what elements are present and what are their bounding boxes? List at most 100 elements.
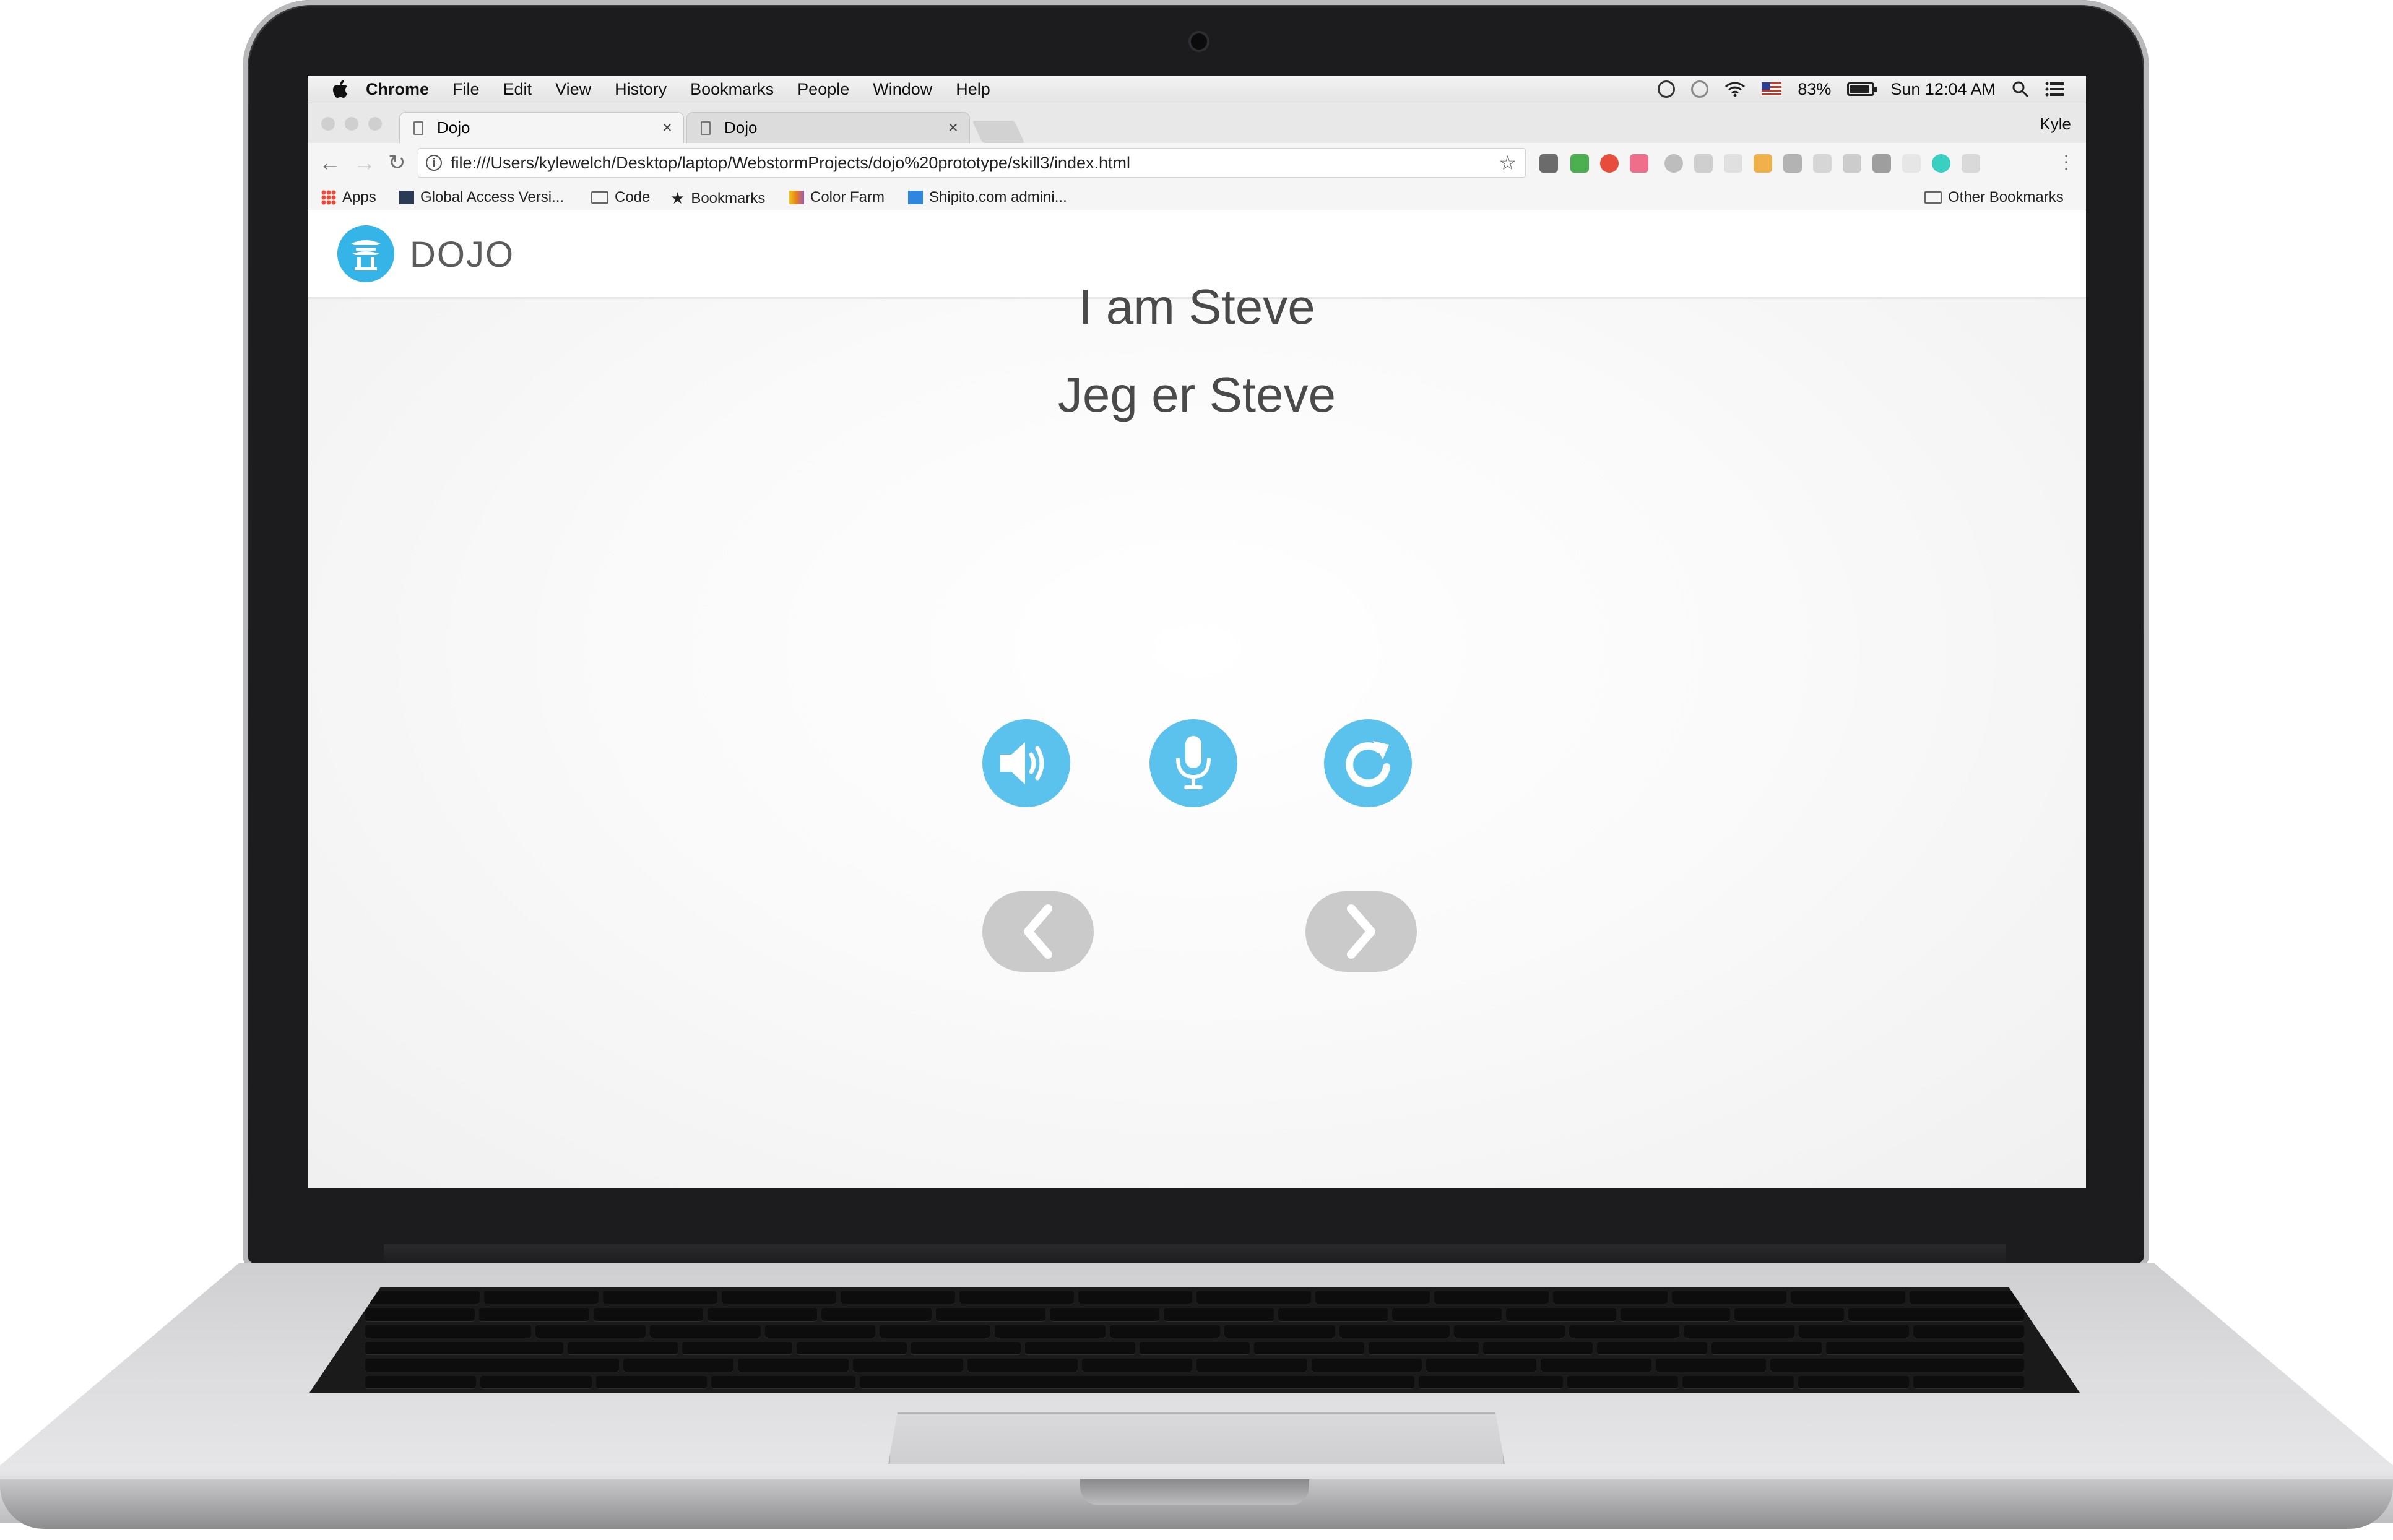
menu-edit[interactable]: Edit xyxy=(503,80,532,99)
chevron-right-icon xyxy=(1347,904,1375,959)
bookmark-color-farm[interactable]: Color Farm xyxy=(789,189,885,206)
tab-close-icon[interactable]: × xyxy=(662,118,672,137)
bookmark-label: Shipito.com admini... xyxy=(929,189,1067,205)
play-audio-button[interactable] xyxy=(982,719,1070,807)
retry-button[interactable] xyxy=(1324,719,1412,807)
bookmark-label: Apps xyxy=(342,189,376,205)
menu-bookmarks[interactable]: Bookmarks xyxy=(690,80,774,99)
extension-icon[interactable] xyxy=(1570,154,1589,173)
window-zoom-button[interactable] xyxy=(368,117,382,131)
extension-icon[interactable] xyxy=(1962,154,1980,173)
menu-history[interactable]: History xyxy=(615,80,667,99)
trackpad xyxy=(888,1412,1505,1464)
star-icon: ★ xyxy=(670,189,685,207)
bookmark-label: Code xyxy=(615,189,651,205)
chrome-menu-icon[interactable]: ⋮ xyxy=(2057,150,2075,175)
extension-icon[interactable] xyxy=(1813,154,1832,173)
laptop-screen: Chrome File Edit View History Bookmarks … xyxy=(308,76,2086,1188)
extension-icon[interactable] xyxy=(1932,154,1950,173)
page-icon xyxy=(701,121,711,135)
extension-icon[interactable] xyxy=(1754,154,1772,173)
reload-icon[interactable]: ↻ xyxy=(388,150,406,175)
bookmark-shipito[interactable]: Shipito.com admini... xyxy=(908,189,1067,206)
wifi-icon[interactable] xyxy=(1724,81,1746,97)
page-icon xyxy=(413,121,423,135)
tab-title: Dojo xyxy=(437,118,470,137)
spotlight-search-icon[interactable] xyxy=(2012,80,2029,98)
chevron-left-icon xyxy=(1024,904,1052,959)
menu-bar-status-area: 83% Sun 12:04 AM xyxy=(1658,76,2064,103)
back-arrow-icon[interactable]: ← xyxy=(319,150,341,175)
site-favicon-icon xyxy=(399,191,414,204)
menu-bar-clock[interactable]: Sun 12:04 AM xyxy=(1890,80,1996,99)
phrase-norwegian: Jeg er Steve xyxy=(1057,367,1336,422)
extension-icon[interactable] xyxy=(1724,154,1742,173)
bookmark-global-access[interactable]: Global Access Versi... xyxy=(399,189,564,206)
menu-view[interactable]: View xyxy=(555,80,591,99)
tab-close-icon[interactable]: × xyxy=(948,118,958,137)
record-microphone-button[interactable] xyxy=(1149,719,1237,807)
dojo-logo-icon[interactable] xyxy=(337,225,394,282)
profile-name-button[interactable]: Kyle xyxy=(2040,115,2071,134)
battery-icon[interactable] xyxy=(1847,82,1877,96)
bookmark-label: Global Access Versi... xyxy=(420,189,565,205)
extension-icon[interactable] xyxy=(1843,154,1861,173)
bookmark-folder-code[interactable]: Code xyxy=(591,189,650,206)
apps-grid-icon xyxy=(321,190,336,205)
phrase-english: I am Steve xyxy=(1078,279,1315,334)
apple-logo-icon[interactable] xyxy=(332,80,348,98)
color-farm-icon xyxy=(789,191,804,204)
address-bar[interactable]: i file:///Users/kylewelch/Desktop/laptop… xyxy=(418,148,1526,178)
microphone-icon xyxy=(1176,736,1211,789)
do-not-disturb-icon[interactable] xyxy=(1658,80,1676,98)
folder-icon xyxy=(591,191,608,204)
new-tab-button[interactable] xyxy=(972,121,1025,143)
bookmark-bookmarks[interactable]: ★ Bookmarks xyxy=(670,189,765,208)
extension-icon[interactable] xyxy=(1872,154,1891,173)
extension-icon[interactable] xyxy=(1539,154,1558,173)
folder-icon xyxy=(1924,191,1942,204)
notification-center-icon[interactable] xyxy=(2045,81,2064,97)
macos-menu-bar: Chrome File Edit View History Bookmarks … xyxy=(308,76,2086,103)
extension-icon[interactable] xyxy=(1600,154,1619,173)
menu-people[interactable]: People xyxy=(797,80,849,99)
menu-window[interactable]: Window xyxy=(873,80,932,99)
bookmark-label: Other Bookmarks xyxy=(1948,189,2064,205)
previous-button[interactable] xyxy=(982,891,1094,972)
laptop-lid-notch xyxy=(1080,1479,1309,1505)
forward-arrow-icon[interactable]: → xyxy=(353,150,376,175)
bookmark-star-icon[interactable]: ☆ xyxy=(1499,151,1517,175)
bookmark-apps[interactable]: Apps xyxy=(321,189,376,206)
next-button[interactable] xyxy=(1305,891,1417,972)
speaker-icon xyxy=(1000,742,1044,784)
menu-app-name[interactable]: Chrome xyxy=(366,80,429,99)
brand-name[interactable]: DOJO xyxy=(410,234,514,275)
window-minimize-button[interactable] xyxy=(345,117,358,131)
extension-icon[interactable] xyxy=(1902,154,1921,173)
us-flag-input-icon[interactable] xyxy=(1762,82,1782,96)
extension-icon[interactable] xyxy=(1630,154,1648,173)
keyboard xyxy=(309,1287,2080,1393)
window-close-button[interactable] xyxy=(321,117,335,131)
tab-title: Dojo xyxy=(724,118,758,137)
dojo-page: DOJO I am Steve Jeg er Steve xyxy=(308,210,2086,1188)
creative-cloud-icon[interactable] xyxy=(1691,80,1709,98)
extension-icon[interactable] xyxy=(1664,154,1683,173)
extension-icon[interactable] xyxy=(1783,154,1802,173)
tab-dojo-active[interactable]: Dojo × xyxy=(399,112,684,143)
chrome-toolbar: ← → ↻ i file:///Users/kylewelch/Desktop/… xyxy=(308,143,2086,183)
info-icon[interactable]: i xyxy=(426,155,442,171)
shipito-box-icon xyxy=(908,191,923,204)
menu-help[interactable]: Help xyxy=(956,80,990,99)
chrome-tab-strip: Dojo × Dojo × Kyle xyxy=(308,103,2086,143)
bookmark-label: Color Farm xyxy=(810,189,885,205)
tab-dojo-second[interactable]: Dojo × xyxy=(686,112,970,143)
refresh-icon xyxy=(1346,741,1390,787)
bookmarks-bar: Apps Global Access Versi... Code ★ Bookm… xyxy=(308,183,2086,210)
extension-icon[interactable] xyxy=(1694,154,1713,173)
address-url: file:///Users/kylewelch/Desktop/laptop/W… xyxy=(451,153,1130,172)
menu-file[interactable]: File xyxy=(452,80,480,99)
webcam xyxy=(1188,31,1209,52)
bookmark-other-bookmarks[interactable]: Other Bookmarks xyxy=(1924,189,2064,206)
bookmark-label: Bookmarks xyxy=(691,189,766,207)
